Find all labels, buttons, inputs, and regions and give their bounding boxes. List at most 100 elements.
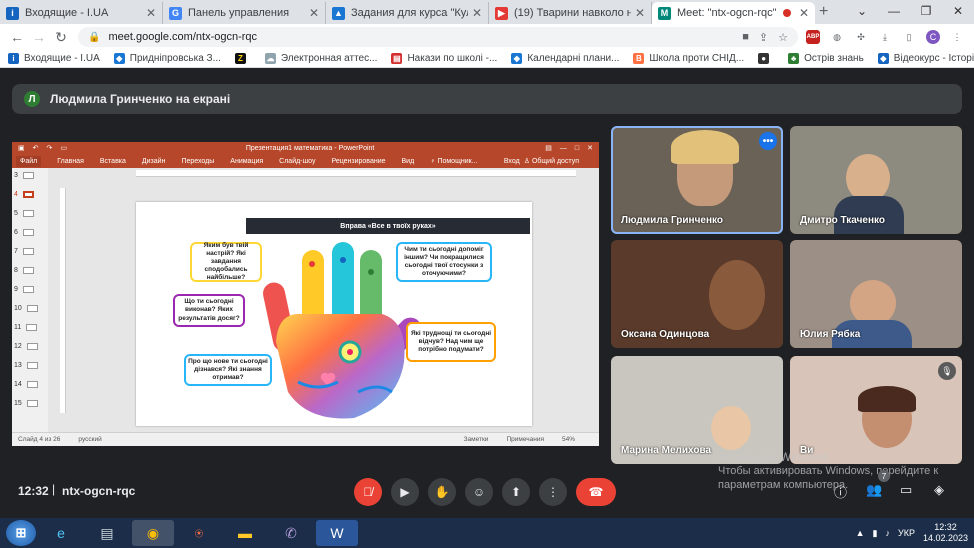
tray-network-icon[interactable]: ▮ (873, 528, 878, 539)
download-icon[interactable]: ⤓ (878, 30, 892, 44)
ribbon-tab: Помощник... (437, 157, 478, 165)
back-icon[interactable]: ← (6, 26, 28, 48)
url-text[interactable]: meet.google.com/ntx-ogcn-rqc (108, 31, 732, 43)
address-bar[interactable]: 🔒 meet.google.com/ntx-ogcn-rqc ■ ⇪ ☆ (78, 27, 798, 47)
bookmark-attestation[interactable]: ☁ Электронная аттес... (264, 53, 378, 64)
tray-clock[interactable]: 12:32 14.02.2023 (923, 522, 968, 544)
camera-button[interactable]: ▶ (391, 478, 419, 506)
info-icon[interactable]: ⓘ (834, 482, 847, 501)
bookmark-iua[interactable]: i Входящие - I.UA (8, 53, 100, 64)
taskbar-ie-icon[interactable]: e (40, 520, 82, 546)
iua-icon: i (6, 6, 19, 20)
bookmark-star-icon[interactable]: ☆ (778, 31, 788, 44)
participant-tile[interactable]: Оксана Одинцова (611, 240, 783, 348)
share-icon[interactable]: ⇪ (759, 31, 768, 44)
activities-icon[interactable]: ◈ (934, 482, 944, 498)
chevron-down-icon[interactable]: ⌄ (846, 0, 878, 22)
start-button[interactable]: ⊞ (6, 520, 36, 546)
bookmark-github[interactable]: ● (758, 53, 774, 64)
mic-off-button[interactable]: 🎙̸ (354, 478, 382, 506)
adblock-icon[interactable]: ABP (806, 30, 820, 44)
ribbon-tab: Файл (16, 155, 42, 167)
classroom-icon: ◆ (511, 53, 523, 64)
lock-icon[interactable]: 🔒 (88, 32, 100, 43)
participant-tile[interactable]: Юлия Рябка (790, 240, 962, 348)
tray-arrow-icon[interactable]: ▲ (856, 528, 865, 538)
globe-icon[interactable]: ◍ (830, 30, 844, 44)
thumb-13: 13 (14, 362, 38, 369)
reload-icon[interactable]: ↻ (50, 26, 72, 48)
close-tab-icon[interactable]: ✕ (146, 6, 156, 20)
participant-tile[interactable]: ••• Людмила Гринченко (611, 126, 783, 234)
thumb-10: 10 (14, 305, 38, 312)
sidebar-icon[interactable]: ▯ (902, 30, 916, 44)
puzzle-icon[interactable]: ✣ (854, 30, 868, 44)
participant-tile[interactable]: Марина Мелихова (611, 356, 783, 464)
taskbar-viber-icon[interactable]: ✆ (270, 520, 312, 546)
bookmark-calendar-plans[interactable]: ◆ Календарні плани... (511, 53, 619, 64)
bookmark-video-course[interactable]: ◆ Відеокурс - Історія... (877, 53, 974, 64)
bookmark-label: Электронная аттес... (280, 53, 378, 64)
emoji-button[interactable]: ☺ (465, 478, 493, 506)
minimize-icon[interactable]: — (878, 0, 910, 22)
powerpoint-status-bar: Слайд 4 из 26 русский Заметки Примечания… (12, 432, 599, 446)
system-tray: ▲ ▮ ♪ УКР 12:32 14.02.2023 (856, 522, 974, 544)
meet-icon: M (658, 6, 671, 20)
taskbar-word-icon[interactable]: W (316, 520, 358, 546)
shared-screen[interactable]: ▣ ↶ ↷ ▭ Презентация1 математика - PowerP… (12, 142, 599, 446)
new-tab-button[interactable]: + (819, 3, 828, 21)
tab-classroom-panel[interactable]: G Панель управления ✕ (163, 2, 326, 24)
taskbar-files-icon[interactable]: ▤ (86, 520, 128, 546)
participant-tile[interactable]: 🎙 Ви (790, 356, 962, 464)
thumb-number: 7 (14, 248, 18, 255)
leave-call-button[interactable]: ☎ (576, 478, 616, 506)
close-tab-icon[interactable]: ✕ (472, 6, 482, 20)
bookmark-orders[interactable]: ▤ Накази по школі -... (391, 53, 497, 64)
bookmark-island[interactable]: ♣ Острів знань (788, 53, 864, 64)
blogger-icon: B (633, 53, 645, 64)
chat-icon[interactable]: ▭ (900, 482, 912, 498)
bookmark-label: Календарні плани... (527, 53, 620, 64)
raise-hand-button[interactable]: ✋ (428, 478, 456, 506)
camera-icon[interactable]: ■ (742, 31, 749, 43)
meeting-code: ntx-ogcn-rqc (62, 484, 136, 498)
tab-iua[interactable]: i Входящие - I.UA ✕ (0, 2, 163, 24)
tab-course-tasks[interactable]: ▲ Задания для курса "Культура ✕ (326, 2, 489, 24)
profile-avatar[interactable]: C (926, 30, 940, 44)
present-screen-button[interactable]: ⬆ (502, 478, 530, 506)
tab-meet[interactable]: M Meet: "ntx-ogcn-rqc" ✕ (652, 2, 815, 24)
tab-youtube[interactable]: ▶ (19) Тварини навколо нас - Yo ✕ (489, 2, 652, 24)
people-count-badge: 7 (878, 470, 890, 482)
taskbar-avast-icon[interactable]: ⍟ (178, 520, 220, 546)
close-tab-icon[interactable]: ✕ (309, 6, 319, 20)
more-options-icon[interactable]: ••• (759, 132, 777, 150)
cloud-icon: ☁ (264, 53, 276, 64)
more-options-button[interactable]: ⋮ (539, 478, 567, 506)
taskbar-explorer-icon[interactable]: ▬ (224, 520, 266, 546)
mic-off-icon: 🎙 (938, 362, 956, 380)
bookmark-school-aids[interactable]: B Школа проти СНІД... (633, 53, 744, 64)
ribbon-tab: Вставка (99, 157, 126, 165)
kebab-menu-icon[interactable]: ⋮ (950, 30, 964, 44)
close-tab-icon[interactable]: ✕ (635, 6, 645, 20)
status-zoom: 54% (561, 436, 575, 443)
powerpoint-ribbon: Файл Главная Вставка Дизайн Переходы Ани… (12, 154, 599, 168)
presenting-text: Людмила Гринченко на екрані (50, 92, 231, 106)
thumb-number: 8 (14, 267, 18, 274)
status-comments: Примечания (506, 436, 544, 443)
hair-shape (858, 386, 916, 412)
bookmark-pridniprovska[interactable]: ◆ Придніпровська З... (113, 53, 221, 64)
bookmark-unnamed[interactable]: Z (234, 53, 251, 64)
close-tab-icon[interactable]: ✕ (799, 6, 809, 20)
close-icon: ✕ (587, 145, 593, 152)
tray-keyboard-language[interactable]: УКР (898, 528, 915, 538)
forward-icon[interactable]: → (28, 26, 50, 48)
current-slide: Вправа «Все в твоїх руках» Яким був твій… (136, 202, 532, 426)
maximize-icon[interactable]: ❐ (910, 0, 942, 22)
close-window-icon[interactable]: ✕ (942, 0, 974, 22)
tray-volume-icon[interactable]: ♪ (885, 528, 890, 538)
participant-name: Дмитро Ткаченко (800, 215, 885, 226)
taskbar-chrome-icon[interactable]: ◉ (132, 520, 174, 546)
people-icon[interactable]: 👥 (866, 482, 882, 498)
participant-tile[interactable]: Дмитро Ткаченко (790, 126, 962, 234)
